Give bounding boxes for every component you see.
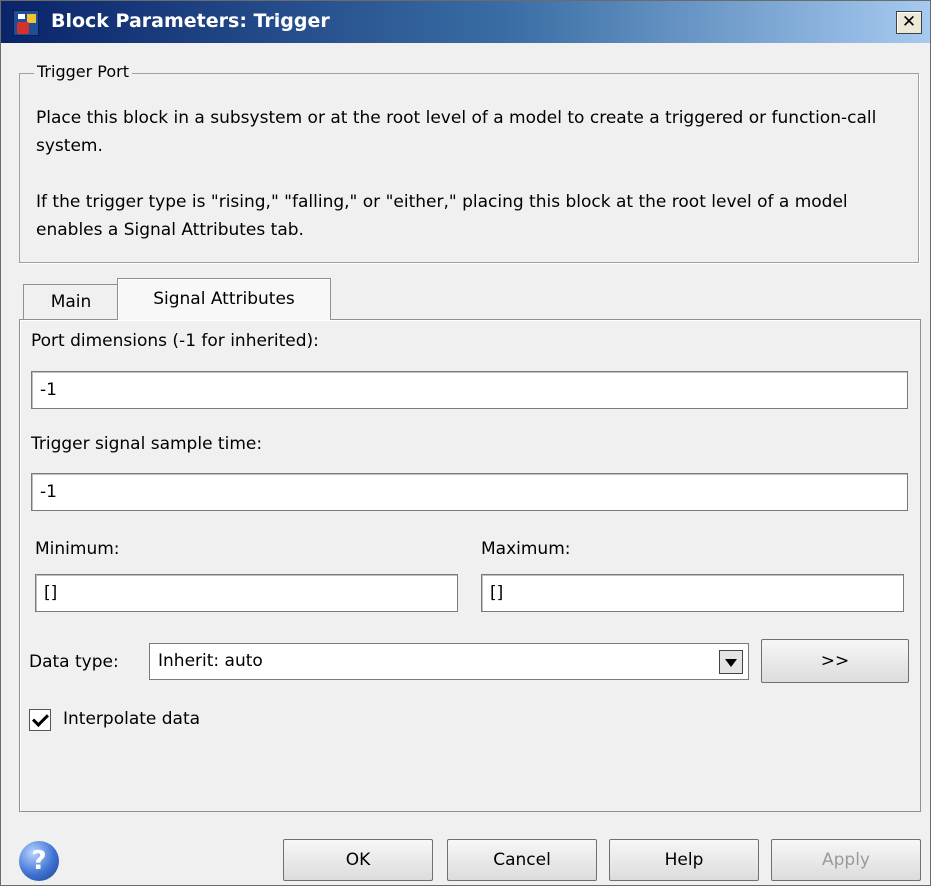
simulink-block-icon <box>13 10 39 36</box>
data-type-value: Inherit: auto <box>158 651 263 671</box>
maximum-label: Maximum: <box>481 539 571 559</box>
tab-main[interactable]: Main <box>23 284 119 320</box>
data-type-select[interactable]: Inherit: auto <box>149 643 749 680</box>
trigger-port-group: Trigger Port Place this block in a subsy… <box>19 62 919 263</box>
sample-time-input[interactable]: -1 <box>31 473 908 511</box>
dropdown-arrow-icon[interactable] <box>719 650 743 674</box>
help-question-icon[interactable]: ? <box>19 841 59 881</box>
close-button[interactable]: ✕ <box>896 11 922 34</box>
data-type-assistant-button[interactable]: >> <box>761 639 909 683</box>
minimum-label: Minimum: <box>35 539 120 559</box>
description-2: If the trigger type is "rising," "fallin… <box>36 192 848 240</box>
title-bar[interactable]: Block Parameters: Trigger ✕ <box>1 1 930 43</box>
tab-signal-attributes[interactable]: Signal Attributes <box>117 278 331 320</box>
port-dimensions-label: Port dimensions (-1 for inherited): <box>31 331 319 351</box>
apply-button: Apply <box>771 839 921 881</box>
interpolate-label: Interpolate data <box>63 709 201 729</box>
window-title: Block Parameters: Trigger <box>51 10 330 32</box>
data-type-label: Data type: <box>29 652 119 672</box>
port-dimensions-input[interactable]: -1 <box>31 371 908 409</box>
cancel-button[interactable]: Cancel <box>447 839 597 881</box>
group-legend: Trigger Port <box>34 62 132 81</box>
ok-button[interactable]: OK <box>283 839 433 881</box>
minimum-input[interactable]: [] <box>35 574 458 612</box>
description-1: Place this block in a subsystem or at th… <box>36 108 877 156</box>
interpolate-checkbox[interactable] <box>29 709 51 731</box>
block-parameters-dialog: Block Parameters: Trigger ✕ Trigger Port… <box>0 0 931 886</box>
maximum-input[interactable]: [] <box>481 574 904 612</box>
sample-time-label: Trigger signal sample time: <box>31 434 263 454</box>
help-button[interactable]: Help <box>609 839 759 881</box>
